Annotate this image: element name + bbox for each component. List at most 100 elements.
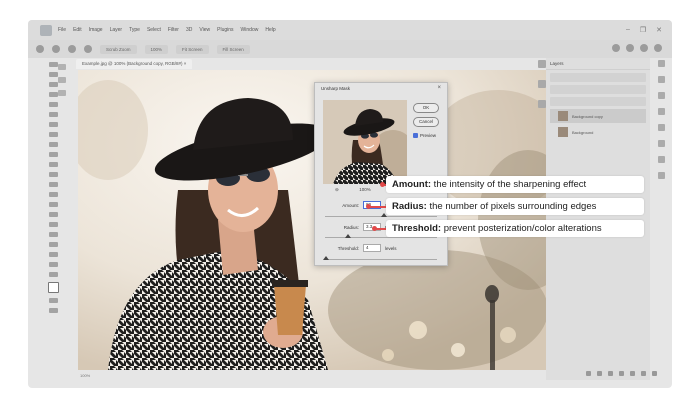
menu-type[interactable]: Type [129,27,140,33]
move-tool-icon[interactable] [48,62,58,67]
marquee-tool-icon[interactable] [48,72,58,77]
quick-mask-icon[interactable] [48,298,58,303]
zoom-tool-icon[interactable] [48,262,58,267]
home-icon[interactable] [36,45,44,53]
link-icon[interactable] [586,371,591,376]
blur-tool-icon[interactable] [48,192,58,197]
color-panel-icon[interactable] [657,60,665,67]
healing-tool-icon[interactable] [48,132,58,137]
ok-button[interactable]: OK [413,103,439,113]
share-icon[interactable] [654,44,662,52]
menu-select[interactable]: Select [147,27,161,33]
history-icon[interactable] [538,60,546,68]
layer-item[interactable]: Background copy [550,109,646,123]
mask-icon[interactable] [608,371,613,376]
zoom-out-icon[interactable]: ⊖ [335,187,339,193]
screen-mode-icon[interactable] [48,308,58,313]
blend-mode-row[interactable] [550,85,646,94]
trash-icon[interactable] [652,371,657,376]
zoom-in-icon[interactable] [68,45,76,53]
eraser-tool-icon[interactable] [48,172,58,177]
hand-tool-icon[interactable] [48,252,58,257]
path-select-tool-icon[interactable] [48,232,58,237]
document-tab[interactable]: Example.jpg @ 100% (Background copy, RGB… [76,59,193,69]
user-icon[interactable] [612,44,620,52]
crop-tool-icon[interactable] [48,102,58,107]
photoshop-window: File Edit Image Layer Type Select Filter… [28,20,672,388]
workspace-icon[interactable] [640,44,648,52]
preview-label: Preview [420,133,437,138]
pen-tool-icon[interactable] [48,212,58,217]
threshold-slider[interactable] [323,256,437,260]
lasso-tool-icon[interactable] [48,82,58,87]
eyedropper-tool-icon[interactable] [48,122,58,127]
adjustments-panel-icon[interactable] [657,140,665,147]
radius-slider-knob[interactable] [345,234,351,238]
zoom-tool-icon[interactable] [52,45,60,53]
brush-tool-icon[interactable] [48,142,58,147]
fit-screen-button[interactable]: Fit Screen [176,44,209,54]
threshold-input[interactable]: 4 [363,244,381,252]
radius-callout: Radius: the number of pixels surrounding… [386,198,644,215]
dodge-tool-icon[interactable] [48,202,58,207]
clone-stamp-tool-icon[interactable] [48,152,58,157]
menu-plugins[interactable]: Plugins [217,27,233,33]
menu-file[interactable]: File [58,27,66,33]
adjustments-icon[interactable] [538,100,546,108]
artboard-tool-icon[interactable] [58,64,66,70]
color-swatches-icon[interactable] [47,282,59,293]
fx-icon[interactable] [597,371,602,376]
checkbox-checked-icon[interactable] [413,133,418,138]
menu-bar: File Edit Image Layer Type Select Filter… [28,20,672,40]
properties-icon[interactable] [538,80,546,88]
menu-help[interactable]: Help [265,27,275,33]
menu-window[interactable]: Window [241,27,259,33]
gradient-tool-icon[interactable] [48,182,58,187]
swatches-panel-icon[interactable] [657,76,665,83]
zoom-out-icon[interactable] [84,45,92,53]
history-brush-tool-icon[interactable] [48,162,58,167]
libraries-panel-icon[interactable] [657,124,665,131]
layer-filter-row[interactable] [550,73,646,82]
new-layer-icon[interactable] [641,371,646,376]
align-tool-icon[interactable] [58,77,66,83]
scrub-zoom-option[interactable]: Scrub Zoom [100,44,137,54]
close-icon[interactable]: × [437,85,441,91]
dialog-preview[interactable] [323,100,407,184]
threshold-slider-knob[interactable] [323,256,329,260]
amount-slider[interactable] [325,213,437,217]
quick-select-tool-icon[interactable] [48,92,58,97]
close-window-icon[interactable]: ✕ [656,26,662,34]
type-tool-icon[interactable] [48,222,58,227]
more-tools-icon[interactable] [48,272,58,277]
patterns-panel-icon[interactable] [657,108,665,115]
menu-view[interactable]: View [199,27,210,33]
zoom-100-button[interactable]: 100% [144,44,169,54]
search-icon[interactable] [626,44,634,52]
menu-3d[interactable]: 3D [186,27,192,33]
menu-edit[interactable]: Edit [73,27,82,33]
maximize-icon[interactable]: ❐ [640,26,646,34]
lock-row[interactable] [550,97,646,106]
layer-item[interactable]: Background [550,125,646,139]
gradients-panel-icon[interactable] [657,92,665,99]
threshold-leader-dot [372,226,377,231]
menu-image[interactable]: Image [89,27,103,33]
amount-callout: Amount: the intensity of the sharpening … [386,176,644,193]
secondary-tools [58,64,70,124]
channels-panel-icon[interactable] [657,156,665,163]
preview-checkbox[interactable]: Preview [413,133,436,138]
fill-screen-button[interactable]: Fill Screen [216,44,250,54]
group-icon[interactable] [630,371,635,376]
frame-tool-icon[interactable] [48,112,58,117]
menu-layer[interactable]: Layer [110,27,123,33]
transform-tool-icon[interactable] [58,90,66,96]
minimize-icon[interactable]: – [626,26,630,34]
shape-tool-icon[interactable] [48,242,58,247]
cancel-button[interactable]: Cancel [413,117,439,127]
radius-slider[interactable] [325,234,437,238]
paths-panel-icon[interactable] [657,172,665,179]
status-bar: 100% [78,370,552,380]
menu-filter[interactable]: Filter [168,27,179,33]
adjustment-layer-icon[interactable] [619,371,624,376]
